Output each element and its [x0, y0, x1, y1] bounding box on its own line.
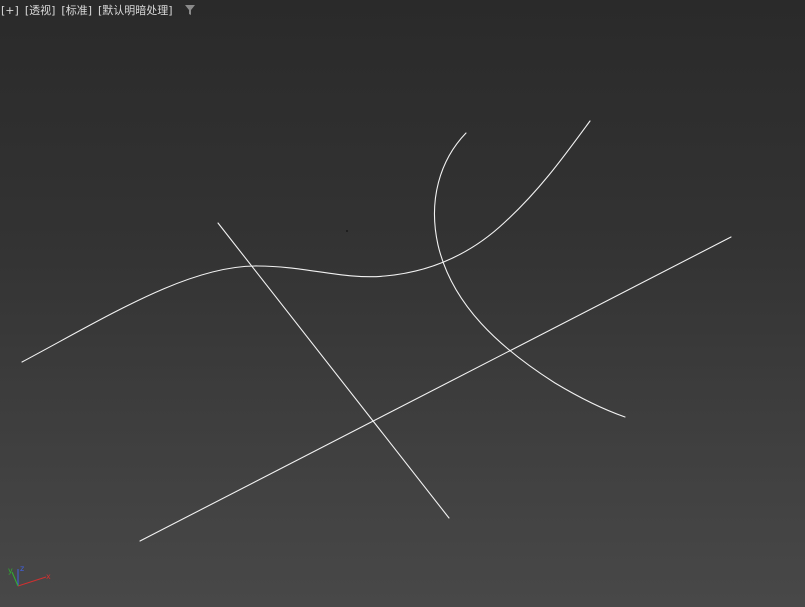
x-axis-label: x: [46, 572, 51, 581]
y-axis-line: [11, 571, 19, 587]
z-axis-label: z: [20, 564, 24, 573]
y-axis-label: y: [8, 566, 13, 575]
line-diagonal-a[interactable]: [217, 222, 450, 519]
pivot-dot: [346, 230, 348, 232]
spline-wave[interactable]: [21, 120, 591, 363]
line-diagonal-b[interactable]: [139, 236, 732, 542]
perspective-viewport[interactable]: [+] [透视] [标准] [默认明暗处理] x y z: [0, 0, 805, 607]
x-axis-line: [17, 576, 47, 587]
scene-canvas[interactable]: [0, 0, 805, 607]
axis-tripod-gizmo: x y z: [4, 562, 54, 596]
